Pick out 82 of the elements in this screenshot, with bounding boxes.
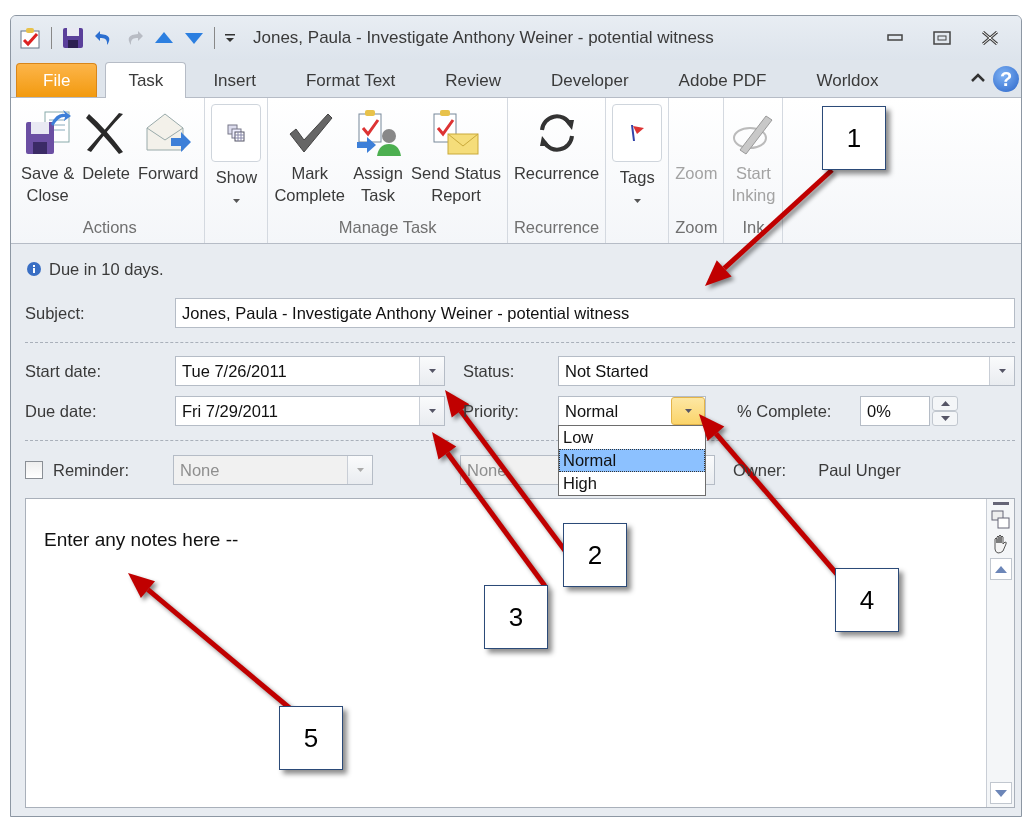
field-label: Due date: — [25, 401, 98, 421]
ribbon-tab[interactable]: Developer — [528, 63, 652, 97]
percent-complete-field[interactable]: 0% — [860, 396, 930, 426]
ribbon-tab[interactable]: Format Text — [282, 63, 419, 97]
info-icon — [27, 262, 41, 276]
field-label: Priority: — [463, 401, 520, 421]
show-button[interactable]: Show — [207, 98, 266, 203]
group-label: Zoom — [675, 217, 718, 238]
callout-number: 2 — [563, 523, 627, 587]
owner-name: Paul Unger — [818, 460, 901, 480]
down-arrow-icon — [994, 789, 1007, 797]
ruler-toggle-icon — [992, 502, 1009, 506]
spin-up-button[interactable] — [932, 396, 958, 411]
caret-icon — [998, 369, 1006, 373]
field-label: Start date: — [25, 361, 103, 381]
status-field[interactable]: Not Started — [558, 356, 1015, 386]
subject-field[interactable]: Jones, Paula - Investigate Anthony Weiner - potential witness — [175, 298, 1015, 328]
group-label: Actions — [82, 217, 137, 238]
callout-number: 1 — [822, 106, 886, 170]
minimize-icon — [887, 31, 903, 41]
start-date-field[interactable]: Tue 7/26/2011 — [175, 356, 445, 386]
caret-icon — [684, 409, 692, 413]
due-date-field[interactable]: Fri 7/29/2011 — [175, 396, 445, 426]
callout-number: 5 — [279, 706, 343, 770]
down-arrow-icon — [184, 31, 204, 45]
ribbon-tab[interactable]: Adobe PDF — [655, 63, 790, 97]
delete-button[interactable]: Delete — [78, 98, 134, 184]
dropdown-button[interactable] — [419, 397, 444, 425]
dropdown-button[interactable] — [671, 397, 705, 425]
up-arrow-icon — [994, 565, 1007, 573]
field-label: Subject: — [25, 303, 86, 323]
caret-icon — [356, 468, 364, 472]
ribbon-tab[interactable]: Review — [422, 63, 525, 97]
save-icon — [62, 27, 84, 49]
group-label: Manage Task — [338, 217, 437, 238]
info-message: Due in 10 days. — [49, 259, 164, 279]
callout-number: 3 — [484, 585, 548, 649]
caret-icon — [428, 409, 436, 413]
tags-button[interactable]: Tags — [608, 98, 667, 203]
dropdown-button[interactable] — [419, 357, 444, 385]
field-label: Status: — [463, 361, 516, 381]
split-icon — [990, 510, 1011, 530]
priority-field[interactable]: Normal — [558, 396, 706, 426]
documents-icon — [226, 123, 247, 143]
scrollbar[interactable] — [986, 499, 1014, 807]
recurrence-button[interactable]: Recurrence — [509, 98, 604, 184]
spin-down-button[interactable] — [932, 411, 958, 426]
window-title: Jones, Paula - Investigate Anthony Weiner - potential witness — [253, 28, 715, 48]
ribbon-tab[interactable]: Insert — [190, 63, 279, 97]
field-label: % Complete: — [737, 401, 833, 421]
dropdown-option[interactable]: Low — [559, 426, 705, 449]
down-arrow-icon — [940, 416, 950, 421]
save-close-button[interactable]: Save & Close — [17, 98, 79, 206]
forward-button[interactable]: Forward — [133, 98, 203, 184]
task-icon — [19, 27, 41, 49]
dropdown-button[interactable] — [989, 357, 1014, 385]
assign-task-button[interactable]: Assign Task — [349, 98, 408, 206]
send-status-report-button[interactable]: Send Status Report — [407, 98, 505, 206]
scroll-up-button[interactable] — [989, 558, 1012, 580]
field-label: Reminder: — [53, 460, 131, 480]
hand-icon — [991, 534, 1010, 554]
ribbon-tab[interactable]: Worldox — [793, 63, 902, 97]
status-report-icon — [430, 108, 482, 158]
customize-icon — [225, 33, 235, 43]
mark-complete-button[interactable]: Mark Complete — [270, 98, 350, 206]
dropdown-menu[interactable]: Low Normal High — [558, 425, 706, 496]
collapse-ribbon-icon — [971, 73, 985, 82]
caret-icon — [232, 199, 240, 203]
close-icon — [981, 31, 999, 45]
scroll-down-button[interactable] — [989, 782, 1012, 804]
dropdown-option[interactable]: Normal — [559, 449, 705, 472]
caret-icon — [428, 369, 436, 373]
restore-icon — [933, 31, 951, 45]
callout-number: 4 — [835, 568, 899, 632]
ribbon-tab[interactable]: Task — [105, 62, 187, 98]
up-arrow-icon — [154, 31, 174, 45]
group-label: Recurrence — [513, 217, 600, 238]
group-label: Ink — [742, 217, 765, 238]
dropdown-option[interactable]: High — [559, 472, 705, 495]
up-arrow-icon — [940, 401, 950, 406]
notes-text: Enter any notes here -- — [44, 529, 239, 550]
caret-icon — [633, 199, 641, 203]
